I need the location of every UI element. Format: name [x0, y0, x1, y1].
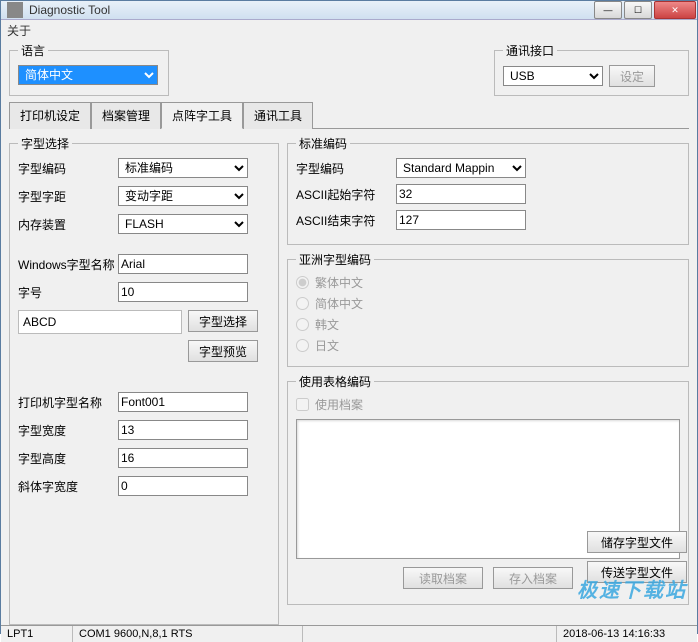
- table-legend: 使用表格编码: [296, 373, 374, 390]
- ascii-start-input[interactable]: [396, 184, 526, 204]
- comm-fieldset: 通讯接口 USB 设定: [494, 42, 689, 96]
- read-file-button[interactable]: 读取档案: [403, 567, 483, 589]
- status-spacer: [303, 626, 557, 642]
- std-enc-select[interactable]: Standard Mappin: [396, 158, 526, 178]
- italic-label: 斜体字宽度: [18, 478, 118, 495]
- tab-file-mgmt[interactable]: 档案管理: [91, 102, 161, 129]
- tab-strip: 打印机设定 档案管理 点阵字工具 通讯工具: [9, 102, 689, 129]
- titlebar: Diagnostic Tool — ☐ ✕: [1, 1, 697, 20]
- size-input[interactable]: [118, 282, 248, 302]
- asia-encoding-fieldset: 亚洲字型编码 繁体中文 简体中文 韩文 日文: [287, 251, 689, 367]
- send-font-file-button[interactable]: 传送字型文件: [587, 561, 687, 583]
- comm-set-button[interactable]: 设定: [609, 65, 655, 87]
- language-select[interactable]: 简体中文: [18, 65, 158, 85]
- menu-about[interactable]: 关于: [7, 24, 31, 38]
- width-label: 字型宽度: [18, 422, 118, 439]
- content-area: 语言 简体中文 通讯接口 USB 设定 打印机设定 档案管理 点阵字工具 通讯工…: [1, 40, 697, 625]
- window-title: Diagnostic Tool: [29, 3, 593, 17]
- pitch-label: 字型字距: [18, 188, 118, 205]
- winfont-input[interactable]: [118, 254, 248, 274]
- size-label: 字号: [18, 284, 118, 301]
- app-icon: [7, 2, 23, 18]
- ascii-end-input[interactable]: [396, 210, 526, 230]
- choose-font-button[interactable]: 字型选择: [188, 310, 258, 332]
- height-label: 字型高度: [18, 450, 118, 467]
- font-select-legend: 字型选择: [18, 135, 72, 152]
- status-port: LPT1: [1, 626, 73, 642]
- pitch-select[interactable]: 变动字距: [118, 186, 248, 206]
- encoding-label: 字型编码: [18, 160, 118, 177]
- radio-kor: [296, 318, 309, 331]
- status-com: COM1 9600,N,8,1 RTS: [73, 626, 303, 642]
- tab-printer-settings[interactable]: 打印机设定: [9, 102, 91, 129]
- diagnostic-window: Diagnostic Tool — ☐ ✕ 关于 语言 简体中文 通讯接口 US…: [0, 0, 698, 634]
- save-file-button[interactable]: 存入档案: [493, 567, 573, 589]
- italic-input[interactable]: [118, 476, 248, 496]
- radio-trad: [296, 276, 309, 289]
- std-legend: 标准编码: [296, 135, 350, 152]
- standard-encoding-fieldset: 标准编码 字型编码 Standard Mappin ASCII起始字符 ASCI…: [287, 135, 689, 245]
- encoding-select[interactable]: 标准编码: [118, 158, 248, 178]
- height-input[interactable]: [118, 448, 248, 468]
- menubar: 关于: [1, 20, 697, 40]
- width-input[interactable]: [118, 420, 248, 440]
- ascii-start-label: ASCII起始字符: [296, 186, 396, 203]
- font-select-fieldset: 字型选择 字型编码 标准编码 字型字距 变动字距 内存装置 FLASH: [9, 135, 279, 625]
- asia-legend: 亚洲字型编码: [296, 251, 374, 268]
- radio-jpn: [296, 339, 309, 352]
- printer-font-label: 打印机字型名称: [18, 394, 118, 411]
- comm-select[interactable]: USB: [503, 66, 603, 86]
- std-enc-label: 字型编码: [296, 160, 396, 177]
- storage-label: 内存装置: [18, 216, 118, 233]
- comm-legend: 通讯接口: [503, 42, 557, 59]
- minimize-button[interactable]: —: [594, 1, 622, 19]
- ascii-end-label: ASCII结束字符: [296, 212, 396, 229]
- radio-simp: [296, 297, 309, 310]
- close-button[interactable]: ✕: [654, 1, 696, 19]
- tab-comm-tools[interactable]: 通讯工具: [243, 102, 313, 129]
- use-file-checkbox: [296, 398, 309, 411]
- status-time: 2018-06-13 14:16:33: [557, 626, 697, 642]
- printer-font-input[interactable]: [118, 392, 248, 412]
- preview-font-button[interactable]: 字型预览: [188, 340, 258, 362]
- language-fieldset: 语言 简体中文: [9, 42, 169, 96]
- maximize-button[interactable]: ☐: [624, 1, 652, 19]
- tab-bitmap-font[interactable]: 点阵字工具: [161, 102, 243, 129]
- storage-select[interactable]: FLASH: [118, 214, 248, 234]
- save-font-file-button[interactable]: 储存字型文件: [587, 531, 687, 553]
- winfont-label: Windows字型名称: [18, 256, 118, 273]
- preview-box: ABCD: [18, 310, 182, 334]
- language-legend: 语言: [18, 42, 48, 59]
